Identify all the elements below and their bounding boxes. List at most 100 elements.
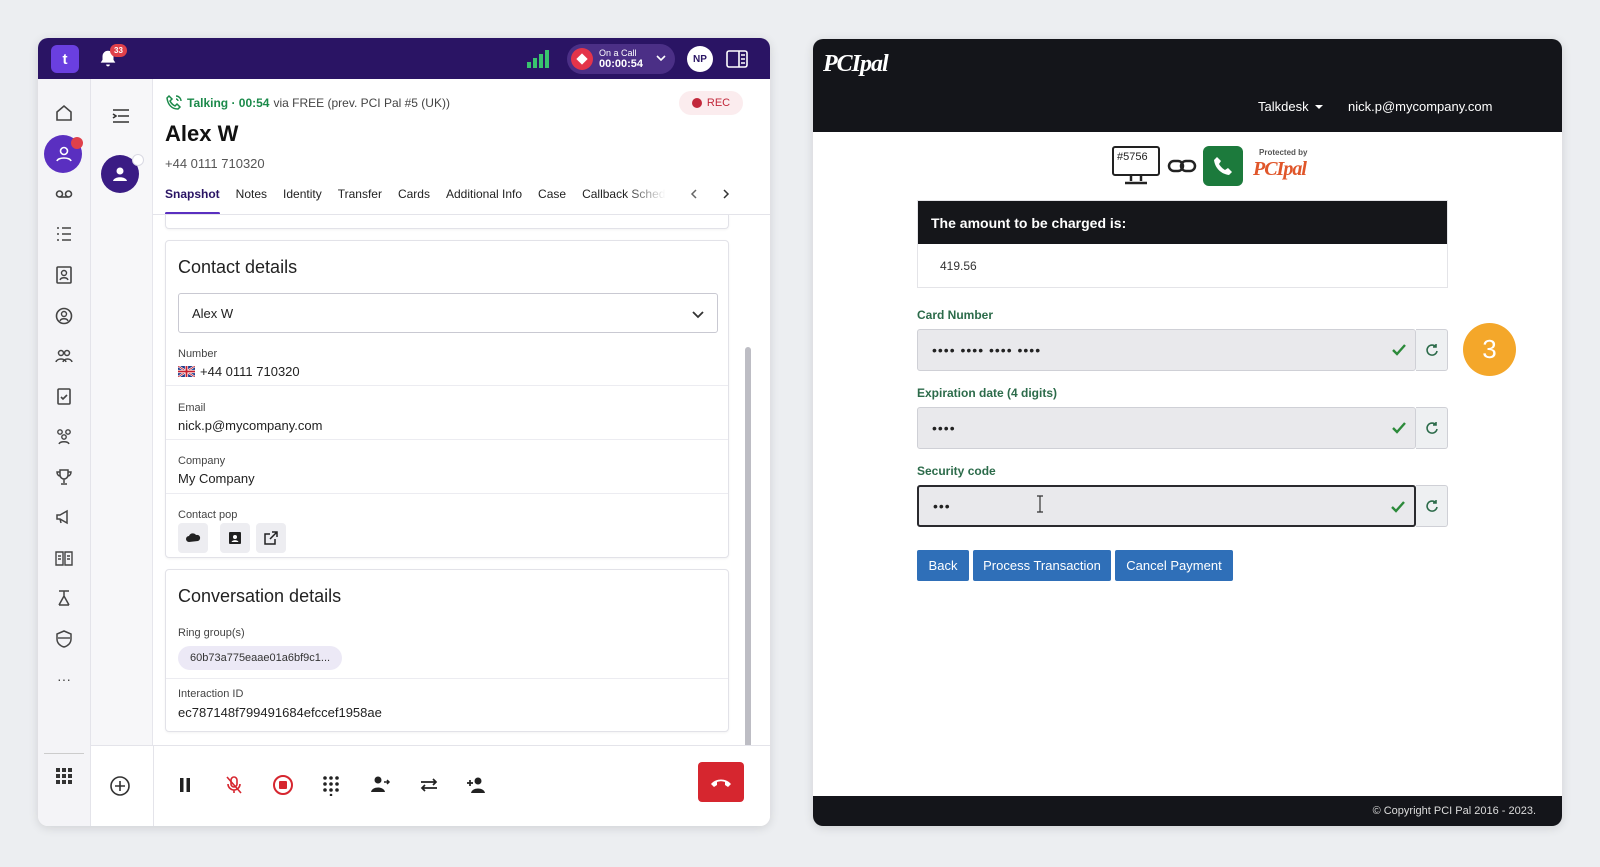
contacts-icon[interactable] (52, 263, 76, 287)
amount-label: The amount to be charged is: (918, 201, 1447, 244)
mute-icon[interactable] (219, 770, 249, 800)
more-icon[interactable]: ··· (52, 667, 76, 691)
knowledge-icon[interactable] (52, 546, 76, 570)
chevron-down-icon (656, 55, 666, 62)
rec-dot-icon (691, 98, 702, 108)
home-icon[interactable] (52, 101, 76, 125)
user-menu[interactable]: nick.p@mycompany.com (1348, 99, 1562, 114)
expiry-reset-button[interactable] (1416, 407, 1448, 449)
hangup-icon (711, 779, 731, 787)
contact-name: Alex W (165, 121, 239, 146)
tab-additional-info[interactable]: Additional Info (446, 187, 522, 215)
card-number-value: •••• •••• •••• •••• (932, 342, 1042, 358)
notification-count-badge: 33 (110, 44, 127, 57)
tab-transfer[interactable]: Transfer (338, 187, 382, 215)
voicemail-icon[interactable] (52, 182, 76, 206)
tasks-icon[interactable] (52, 384, 76, 408)
ring-groups-label: Ring group(s) (178, 627, 245, 639)
session-badges: #5756 Protected by PCIpal (1111, 145, 1329, 187)
tab-snapshot[interactable]: Snapshot (165, 187, 220, 215)
consult-icon[interactable] (365, 770, 395, 800)
contact-card-icon (229, 532, 241, 544)
expiry-value: •••• (932, 420, 956, 436)
talking-via: via FREE (prev. PCI Pal #5 (UK)) (273, 96, 450, 110)
salesforce-button[interactable] (178, 523, 208, 553)
live-icon[interactable] (52, 304, 76, 328)
process-transaction-button[interactable]: Process Transaction (973, 550, 1111, 581)
security-code-reset-button[interactable] (1416, 485, 1448, 527)
controls-divider (153, 746, 154, 826)
campaign-icon[interactable] (52, 505, 76, 529)
chevron-right-icon[interactable] (719, 187, 733, 201)
pause-icon[interactable] (170, 770, 200, 800)
talkdesk-topbar: t 33 On a Call 00:00:54 NP (38, 38, 770, 79)
list-icon[interactable] (52, 222, 76, 246)
on-call-icon (571, 48, 593, 70)
shield-icon[interactable] (52, 627, 76, 651)
tab-notes[interactable]: Notes (236, 187, 267, 215)
protected-by-label: Protected by (1259, 148, 1308, 157)
user-menu-label: nick.p@mycompany.com (1348, 99, 1493, 114)
chevron-left-icon[interactable] (687, 187, 701, 201)
card-number-reset-button[interactable] (1416, 329, 1448, 371)
collapse-menu-icon[interactable] (111, 108, 131, 124)
stop-record-icon[interactable] (268, 770, 298, 800)
talkdesk-logo[interactable]: t (51, 45, 79, 73)
rec-badge[interactable]: REC (679, 91, 743, 115)
pcipal-window: PCIpal Talkdesk nick.p@mycompany.com #57… (813, 39, 1562, 826)
user-avatar[interactable]: NP (687, 46, 713, 72)
workflow-icon[interactable] (52, 586, 76, 610)
teams-icon[interactable] (52, 344, 76, 368)
keypad-icon[interactable] (316, 770, 346, 800)
org-menu[interactable]: Talkdesk (1258, 99, 1323, 114)
contact-select[interactable]: Alex W (178, 293, 718, 333)
security-code-field[interactable]: ••• (917, 485, 1416, 527)
contact-phone: +44 0111 710320 (165, 156, 265, 171)
phone-badge-icon (132, 154, 144, 166)
email-label: Email (178, 402, 206, 414)
chevron-down-icon (692, 311, 704, 319)
tab-case[interactable]: Case (538, 187, 566, 215)
check-icon (1391, 501, 1405, 513)
tab-identity[interactable]: Identity (283, 187, 322, 215)
side-panel-icon[interactable] (726, 49, 748, 69)
open-external-button[interactable] (256, 523, 286, 553)
scrollbar[interactable] (745, 347, 751, 783)
interaction-column (91, 79, 153, 745)
add-icon[interactable] (105, 771, 135, 801)
signal-icon (527, 50, 549, 68)
number-value[interactable]: +44 0111 710320 (178, 364, 300, 379)
call-status-pill[interactable]: On a Call 00:00:54 (567, 44, 675, 74)
cancel-payment-button[interactable]: Cancel Payment (1115, 550, 1233, 581)
expiry-field[interactable]: •••• (917, 407, 1416, 449)
transfer-icon[interactable] (414, 770, 444, 800)
agent-icon[interactable] (52, 142, 76, 166)
protected-logo: PCIpal (1253, 158, 1307, 180)
tab-cards[interactable]: Cards (398, 187, 430, 215)
apps-grid-icon[interactable] (52, 764, 76, 788)
field-divider (166, 493, 728, 494)
external-link-icon (264, 531, 278, 545)
call-controls-bar (91, 745, 770, 826)
cloud-icon (186, 533, 201, 542)
tab-bar: Snapshot Notes Identity Transfer Cards A… (165, 187, 672, 215)
uk-flag-icon (178, 366, 195, 377)
trophy-icon[interactable] (52, 465, 76, 489)
talking-status: Talking · 00:54 via FREE (prev. PCI Pal … (165, 94, 450, 112)
call-timer: 00:00:54 (599, 58, 644, 70)
org-menu-label: Talkdesk (1258, 99, 1309, 114)
interaction-id-value[interactable]: ec787148f799491684efccef1958ae (178, 705, 382, 720)
card-number-label: Card Number (917, 308, 994, 322)
back-button[interactable]: Back (917, 550, 969, 581)
email-value[interactable]: nick.p@mycompany.com (178, 418, 322, 433)
step-number-badge: 3 (1463, 323, 1516, 376)
groups-icon[interactable] (52, 424, 76, 448)
ring-group-chip[interactable]: 60b73a775eaae01a6bf9c1... (178, 646, 343, 670)
conversation-details-title: Conversation details (178, 586, 342, 606)
add-participant-icon[interactable] (462, 770, 492, 800)
contact-details-title: Contact details (178, 257, 298, 277)
talking-label: Talking · 00:54 (187, 96, 270, 110)
hangup-button[interactable] (698, 762, 744, 802)
card-number-field[interactable]: •••• •••• •••• •••• (917, 329, 1416, 371)
contact-card-button[interactable] (220, 523, 250, 553)
